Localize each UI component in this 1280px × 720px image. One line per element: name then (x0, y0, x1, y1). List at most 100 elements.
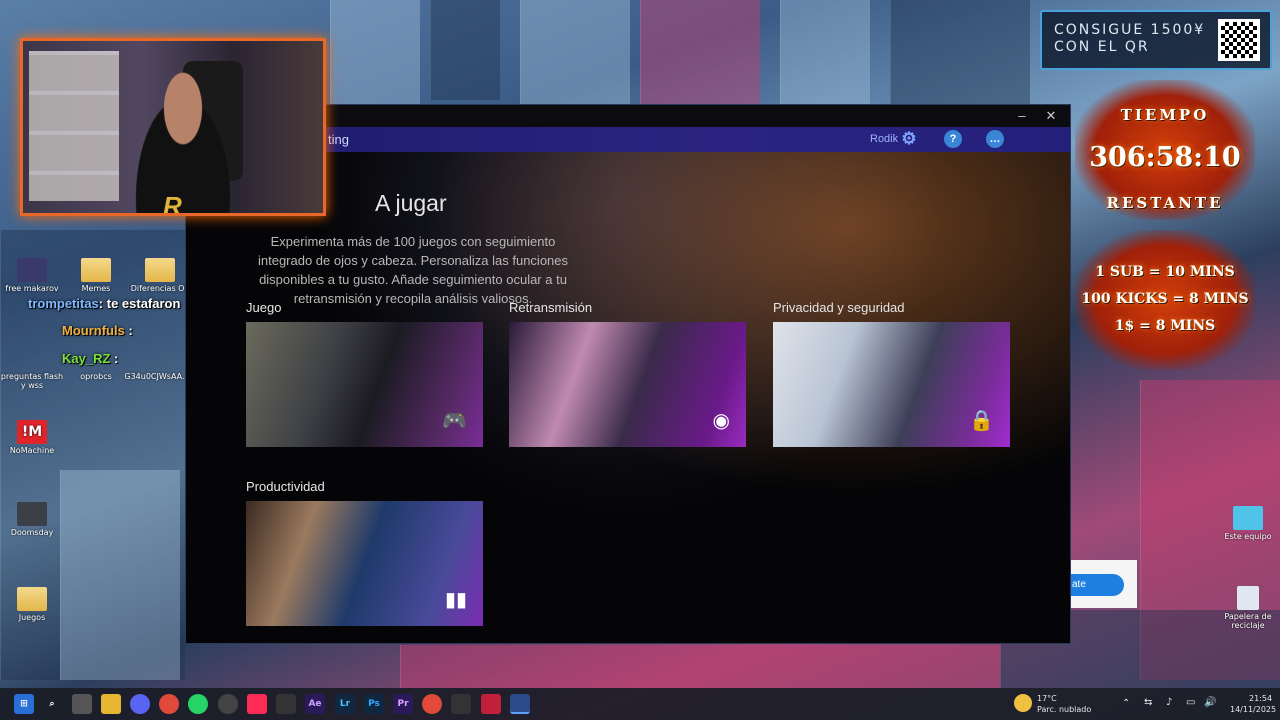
weather-desc: Parc. nublado (1037, 705, 1092, 714)
desktop-icon-free-makarov[interactable]: free makarov (0, 258, 64, 293)
help-icon[interactable]: ? (944, 130, 962, 148)
timer-rule: 1 SUB = 10 MINS (1095, 264, 1235, 280)
desktop-icon-papelera[interactable]: Papelera de reciclaje (1216, 586, 1280, 630)
desktop-icon-doomsday[interactable]: Doomsday (0, 502, 64, 537)
clock-date[interactable]: 14/11/2025 (1230, 705, 1276, 714)
chevron-up-icon[interactable]: ⌃ (1122, 698, 1130, 709)
lightroom-icon[interactable]: Lr (335, 694, 355, 714)
desktop-icon-label: oprobcs (80, 372, 112, 381)
chat-message: Kay_RZ : (62, 351, 118, 366)
taskbar: ⊞ ⌕ Ae Lr Ps Pr 17°C Parc. nublado ⌃ ⇆ ♪… (0, 688, 1280, 720)
desktop-icon-juegos[interactable]: Juegos (0, 587, 64, 622)
discord-icon[interactable] (130, 694, 150, 714)
lock-icon: 🔒 (969, 410, 994, 432)
streamer-logo: R (163, 191, 182, 216)
desktop-icon-label: Doomsday (10, 528, 54, 537)
timer-label-top: TIEMPO (1120, 106, 1210, 124)
timer-rule: 100 KICKS = 8 MINS (1081, 291, 1249, 307)
desktop-icon-preguntas[interactable]: preguntas flash y wss (0, 372, 64, 390)
category-label-retransmision: Retransmisión (509, 300, 593, 315)
weather-temp: 17°C (1037, 694, 1057, 703)
file-explorer-icon[interactable] (101, 694, 121, 714)
category-tile-juego[interactable]: 🎮 (246, 322, 483, 447)
chat-username: Mournfuls (62, 323, 125, 338)
chat-text: : (128, 323, 133, 338)
page-description: Experimenta más de 100 juegos con seguim… (257, 234, 569, 306)
computer-icon (1233, 506, 1263, 530)
desktop-icon-memes[interactable]: Memes (64, 258, 128, 293)
desktop-icon-label: Juegos (18, 613, 46, 622)
webcam-streamer (123, 71, 243, 213)
chrome-icon[interactable] (159, 694, 179, 714)
image-icon (17, 258, 47, 282)
search-icon[interactable]: ⌕ (42, 694, 62, 714)
stream-icon: ◉ (712, 410, 730, 432)
category-tile-productividad[interactable]: ▮▮ (246, 501, 483, 626)
chart-icon: ▮▮ (444, 589, 467, 611)
minimize-icon[interactable]: – (1012, 107, 1032, 125)
volume-icon[interactable]: 🔊 (1204, 697, 1216, 708)
webcam-background (29, 51, 119, 201)
tiktok-icon[interactable] (247, 694, 267, 714)
nomachine-icon: !M (17, 420, 47, 444)
close-icon[interactable]: ✕ (1041, 107, 1061, 125)
display-icon[interactable]: ▭ (1186, 697, 1195, 708)
user-name[interactable]: Rodik (870, 133, 898, 145)
network-icon[interactable]: ⇆ (1144, 697, 1152, 708)
premiere-icon[interactable]: Pr (393, 694, 413, 714)
start-icon[interactable]: ⊞ (14, 694, 34, 714)
desktop-icon-oprobcs[interactable]: oprobcs (64, 372, 128, 381)
terminal-icon[interactable] (451, 694, 471, 714)
gear-icon[interactable]: ⚙ (900, 130, 918, 148)
gamepad-icon: 🎮 (442, 410, 467, 432)
desktop-icon-label: NoMachine (9, 446, 55, 455)
qr-promo-line1: CONSIGUE 1500¥ (1054, 22, 1206, 38)
weather-icon[interactable] (1014, 694, 1032, 712)
chat-text: : te estafaron (98, 296, 181, 311)
qr-promo: CONSIGUE 1500¥ CON EL QR (1040, 10, 1272, 70)
photoshop-icon[interactable]: Ps (364, 694, 384, 714)
app-icon[interactable] (481, 694, 501, 714)
timer-rule: 1$ = 8 MINS (1114, 318, 1216, 334)
folder-icon (17, 587, 47, 611)
chat-icon[interactable]: … (986, 130, 1004, 148)
desktop-icon-diferencias-op[interactable]: Diferencias OP (128, 258, 192, 293)
task-view-icon[interactable] (72, 694, 92, 714)
qr-promo-line2: CON EL QR (1054, 39, 1150, 55)
timer-value: 306:58:10 (1089, 142, 1241, 173)
whatsapp-icon[interactable] (188, 694, 208, 714)
desktop-icon-nomachine[interactable]: !M NoMachine (0, 420, 64, 455)
folder-icon (145, 258, 175, 282)
category-label-privacidad: Privacidad y seguridad (773, 300, 905, 315)
timer-label-bottom: RESTANTE (1106, 194, 1224, 212)
tobii-icon[interactable] (510, 694, 530, 714)
category-tile-privacidad[interactable]: 🔒 (773, 322, 1010, 447)
category-label-productividad: Productividad (246, 479, 325, 494)
clock-time[interactable]: 21:54 (1249, 694, 1272, 703)
after-effects-icon[interactable]: Ae (305, 694, 325, 714)
category-tile-retransmision[interactable]: ◉ (509, 322, 746, 447)
category-label-juego: Juego (246, 300, 282, 315)
chat-username: trompetitas (28, 296, 99, 311)
chat-message: trompetitas: te estafaron (28, 296, 180, 311)
microphone-icon[interactable]: ♪ (1166, 697, 1172, 708)
chat-text: : (114, 351, 119, 366)
desktop-icon-label: preguntas flash y wss (0, 372, 64, 390)
desktop-icon-label: Memes (81, 284, 111, 293)
subathon-timer: TIEMPO 306:58:10 RESTANTE 1 SUB = 10 MIN… (1075, 80, 1255, 370)
chrome-icon[interactable] (422, 694, 442, 714)
folder-icon (81, 258, 111, 282)
qr-promo-text: CONSIGUE 1500¥ CON EL QR (1054, 22, 1205, 56)
main-content: A jugar Experimenta más de 100 juegos co… (186, 152, 1070, 643)
app-title: ting (328, 132, 349, 147)
chat-username: Kay_RZ (62, 351, 111, 366)
page-title: A jugar (375, 190, 447, 216)
capcut-icon[interactable] (276, 694, 296, 714)
desktop-icon-label: Diferencias OP (130, 284, 190, 293)
desktop-icon-este-equipo[interactable]: Este equipo (1216, 506, 1280, 541)
desktop-icon-label: Papelera de reciclaje (1224, 612, 1272, 630)
desktop-icon-label: Este equipo (1224, 532, 1272, 541)
game-shortcut-icon (17, 502, 47, 526)
app-icon[interactable] (218, 694, 238, 714)
desktop-icon-g34u0cjwsaa[interactable]: G34u0CJWsAA... (122, 372, 192, 381)
